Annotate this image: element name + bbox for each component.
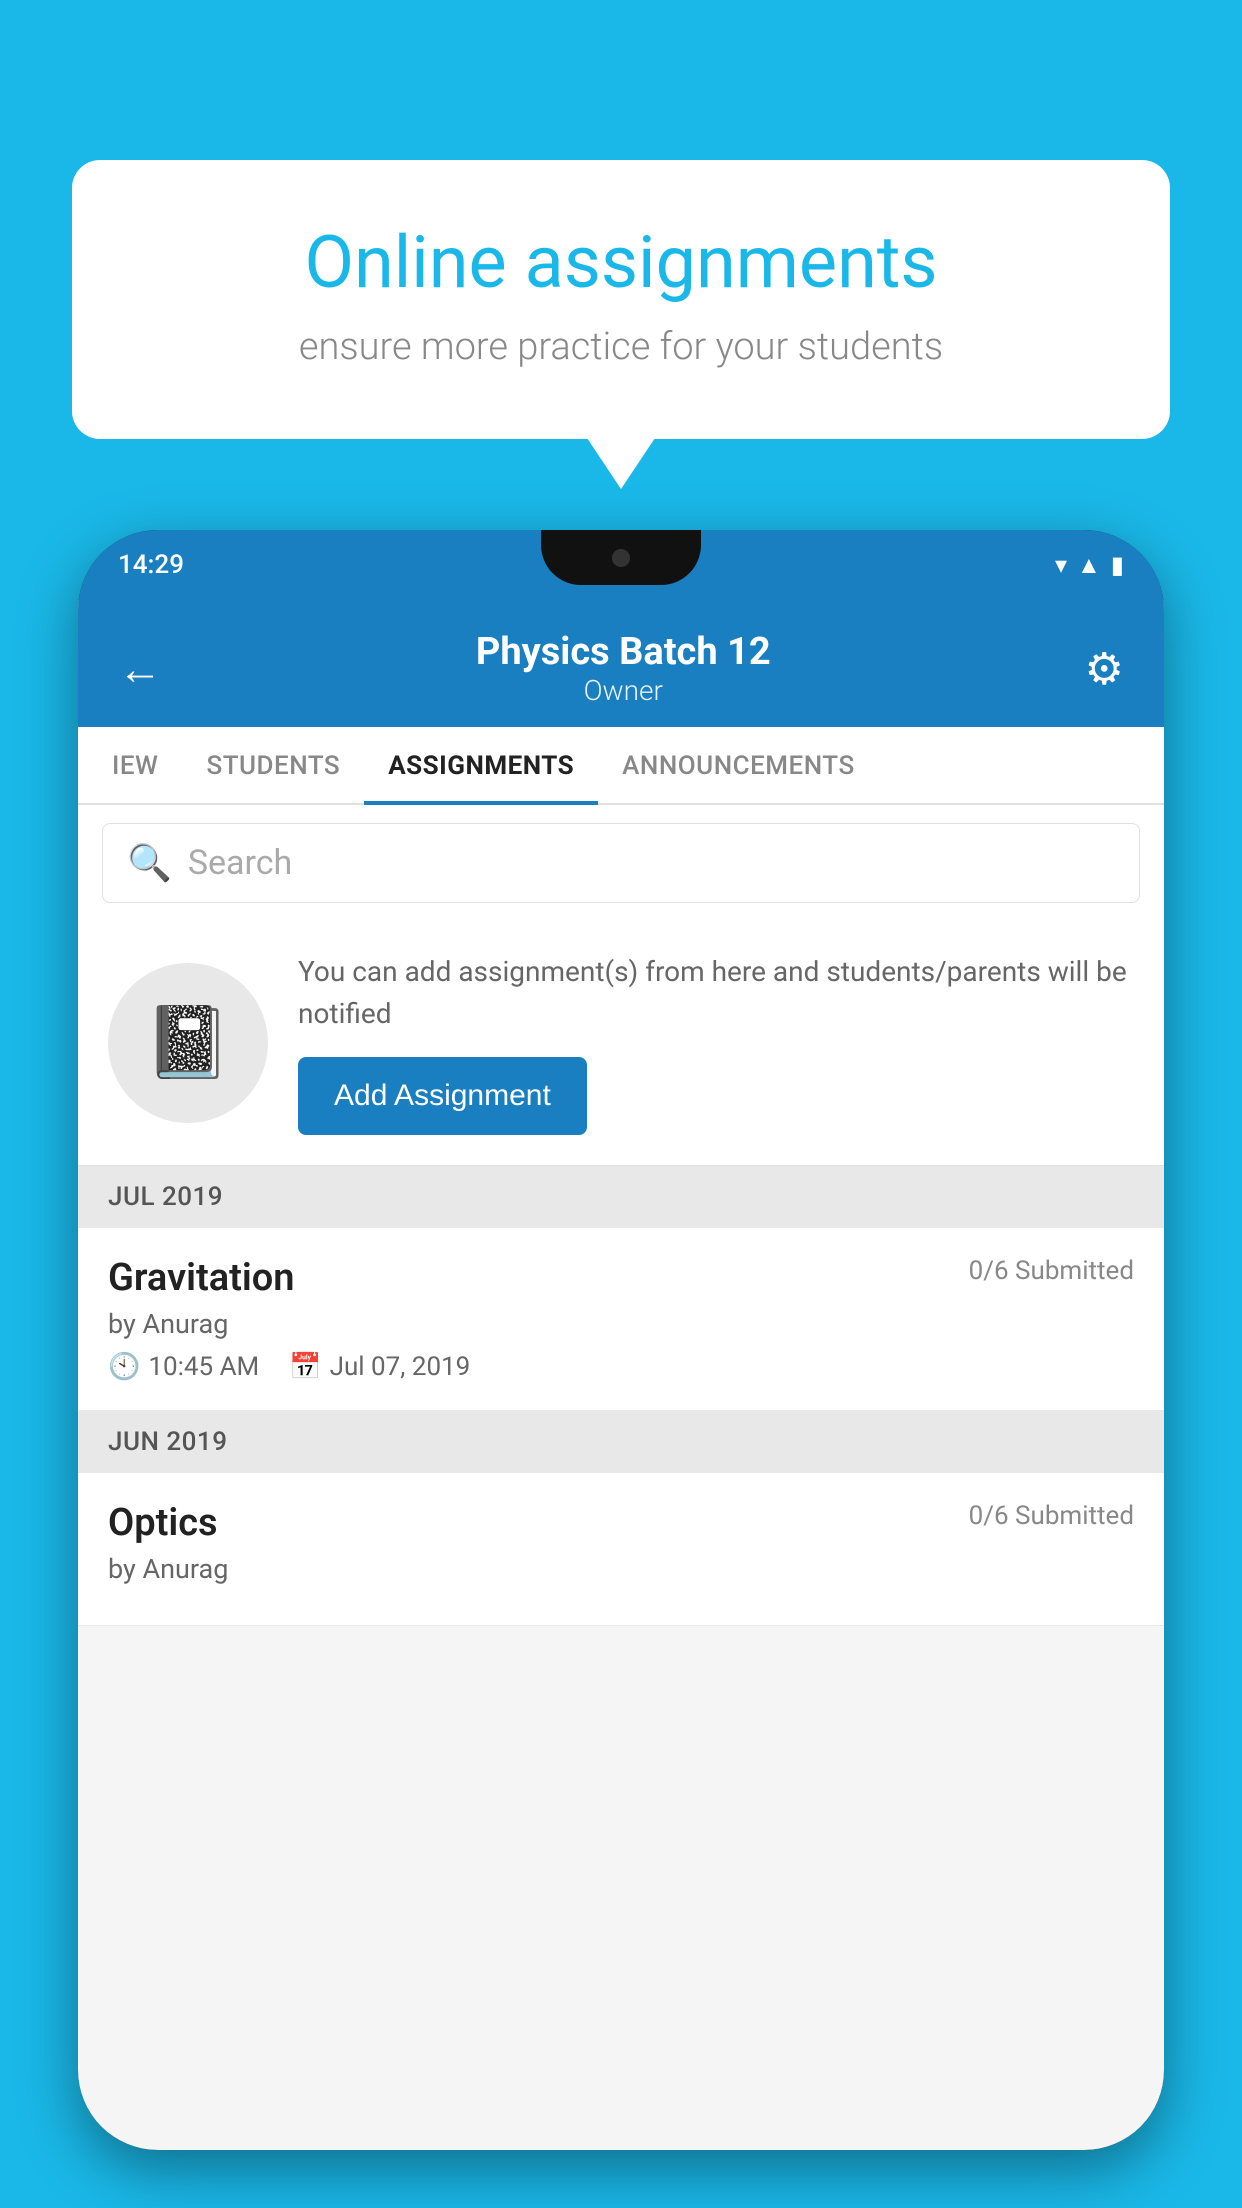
assignment-submitted-optics: 0/6 Submitted <box>969 1501 1134 1531</box>
assignment-time: 🕙 10:45 AM <box>108 1352 259 1382</box>
tab-announcements[interactable]: ANNOUNCEMENTS <box>598 727 879 805</box>
assignment-date-value: Jul 07, 2019 <box>330 1352 471 1382</box>
wifi-icon: ▾ <box>1055 551 1067 579</box>
speech-bubble-subtitle: ensure more practice for your students <box>142 325 1100 369</box>
search-bar-container: 🔍 Search <box>78 805 1164 921</box>
app-header: ← Physics Batch 12 Owner ⚙ <box>78 600 1164 727</box>
section-header-jul: JUL 2019 <box>78 1166 1164 1228</box>
search-icon: 🔍 <box>127 842 172 884</box>
tab-iew[interactable]: IEW <box>88 727 182 805</box>
search-bar[interactable]: 🔍 Search <box>102 823 1140 903</box>
tab-bar: IEW STUDENTS ASSIGNMENTS ANNOUNCEMENTS <box>78 727 1164 805</box>
assignment-meta-gravitation: 🕙 10:45 AM 📅 Jul 07, 2019 <box>108 1352 1134 1382</box>
assignment-by-gravitation: by Anurag <box>108 1308 1134 1340</box>
add-assignment-button[interactable]: Add Assignment <box>298 1057 587 1135</box>
assignment-row-top: Gravitation 0/6 Submitted <box>108 1256 1134 1300</box>
assignment-time-value: 10:45 AM <box>148 1352 259 1382</box>
assignment-item-optics[interactable]: Optics 0/6 Submitted by Anurag <box>78 1473 1164 1626</box>
camera <box>612 549 630 567</box>
settings-icon[interactable]: ⚙ <box>1085 643 1124 695</box>
header-subtitle: Owner <box>476 674 771 707</box>
speech-bubble-title: Online assignments <box>142 220 1100 305</box>
status-bar: 14:29 ▾ ▲ ▮ <box>78 530 1164 600</box>
status-time: 14:29 <box>118 550 184 580</box>
tab-assignments[interactable]: ASSIGNMENTS <box>364 727 598 805</box>
promo-content: You can add assignment(s) from here and … <box>298 951 1134 1135</box>
notch <box>541 530 701 585</box>
assignment-name-optics: Optics <box>108 1501 218 1545</box>
battery-icon: ▮ <box>1111 551 1124 579</box>
assignment-row-top-optics: Optics 0/6 Submitted <box>108 1501 1134 1545</box>
assignment-by-optics: by Anurag <box>108 1553 1134 1585</box>
promo-description: You can add assignment(s) from here and … <box>298 951 1134 1035</box>
speech-bubble: Online assignments ensure more practice … <box>72 160 1170 439</box>
tab-students[interactable]: STUDENTS <box>182 727 364 805</box>
promo-icon-circle: 📓 <box>108 963 268 1123</box>
search-input[interactable]: Search <box>188 843 292 883</box>
assignment-item-gravitation[interactable]: Gravitation 0/6 Submitted by Anurag 🕙 10… <box>78 1228 1164 1411</box>
assignment-name-gravitation: Gravitation <box>108 1256 295 1300</box>
header-title-block: Physics Batch 12 Owner <box>476 630 771 707</box>
signal-icon: ▲ <box>1077 551 1101 580</box>
phone-screen: ← Physics Batch 12 Owner ⚙ IEW STUDENTS … <box>78 600 1164 2150</box>
status-icons: ▾ ▲ ▮ <box>1055 551 1124 580</box>
promo-section: 📓 You can add assignment(s) from here an… <box>78 921 1164 1166</box>
clock-icon: 🕙 <box>108 1352 140 1382</box>
phone-frame: 14:29 ▾ ▲ ▮ ← Physics Batch 12 Owner ⚙ I… <box>78 530 1164 2150</box>
assignment-submitted-gravitation: 0/6 Submitted <box>969 1256 1134 1286</box>
back-button[interactable]: ← <box>118 643 162 695</box>
section-header-jun: JUN 2019 <box>78 1411 1164 1473</box>
assignment-date: 📅 Jul 07, 2019 <box>289 1352 470 1382</box>
header-title: Physics Batch 12 <box>476 630 771 674</box>
calendar-icon: 📅 <box>289 1352 321 1382</box>
notebook-icon: 📓 <box>144 1002 231 1084</box>
